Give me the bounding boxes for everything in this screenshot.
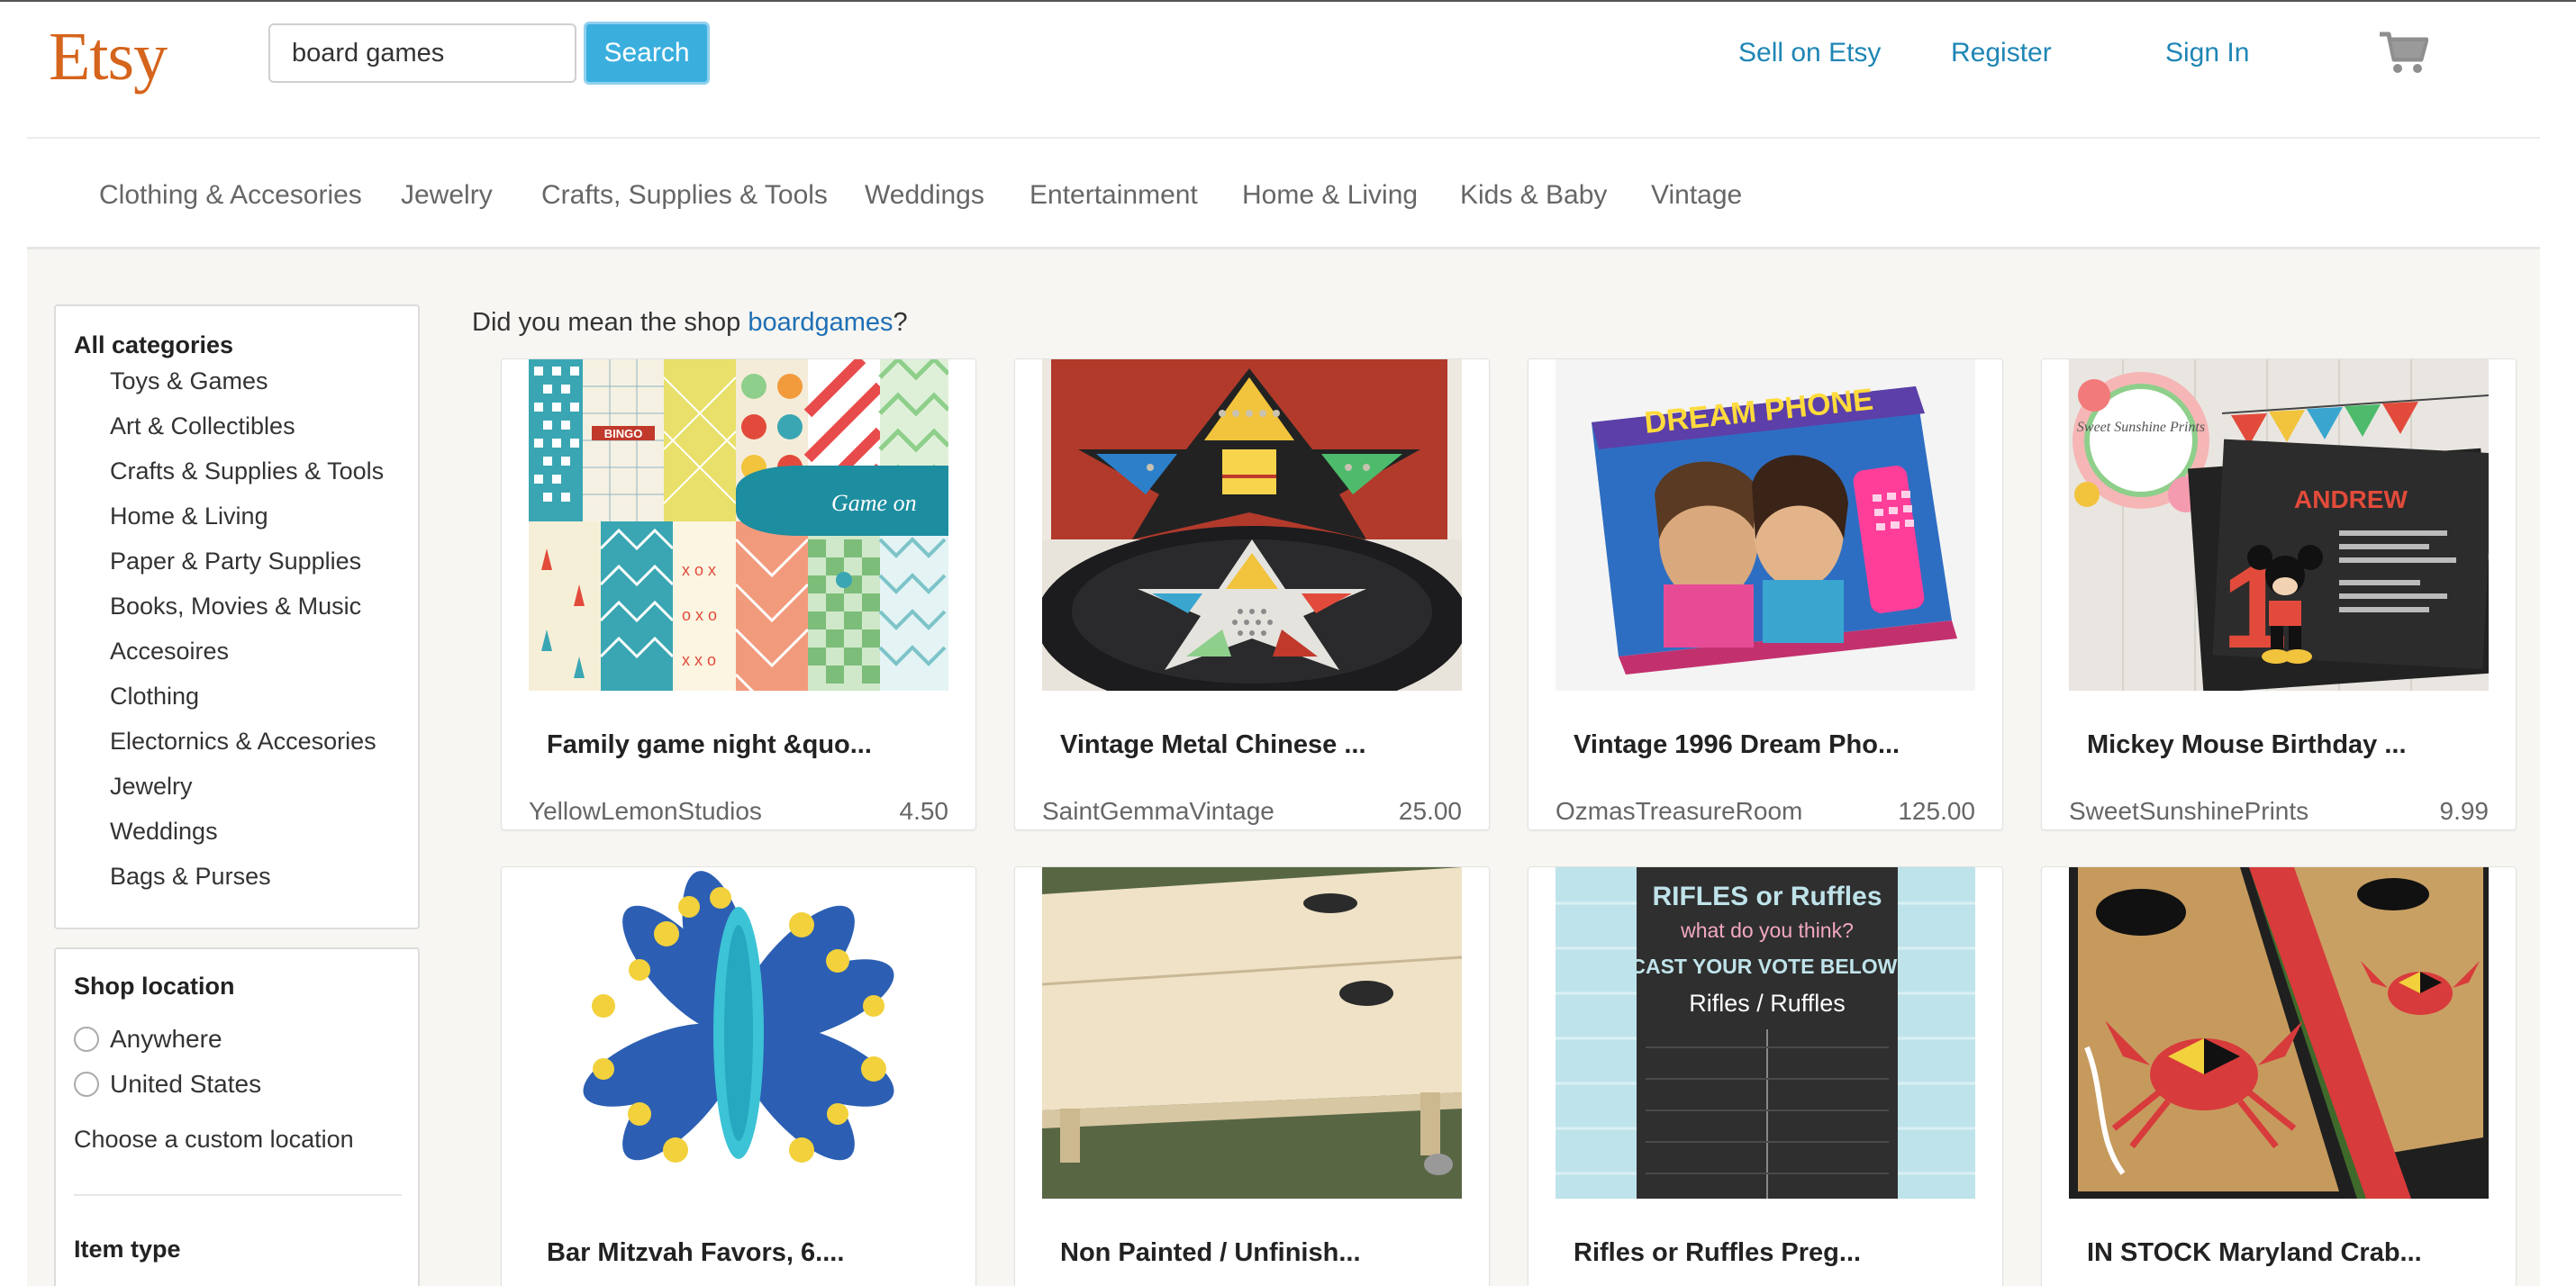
game-on-text: Game on (831, 490, 917, 516)
listing-card[interactable]: Non Painted / Unfinish... (1014, 866, 1490, 1286)
sign-in-link[interactable]: Sign In (2165, 38, 2249, 68)
category-filter-panel: All categories Toys & Games Art & Collec… (54, 304, 420, 929)
listing-price: 4.50 (899, 797, 949, 825)
listing-card[interactable]: Sweet Sunshine Prints ANDREW 1 Mickey Mo… (2041, 358, 2517, 830)
listing-image-game-papers[interactable]: BINGO x o x o x o x x o Game on (529, 359, 948, 691)
location-radio-anywhere[interactable] (74, 1027, 99, 1052)
sidebar-item-books-movies-music[interactable]: Books, Movies & Music (110, 593, 361, 620)
listing-title[interactable]: Rifles or Ruffles Preg... (1574, 1238, 1861, 1268)
listing-shop[interactable]: OzmasTreasureRoom (1556, 797, 1802, 826)
sidebar-item-home-living[interactable]: Home & Living (110, 503, 268, 530)
listing-card[interactable]: Bar Mitzvah Favors, 6.... (501, 866, 976, 1286)
sidebar-divider (74, 1194, 402, 1196)
register-link[interactable]: Register (1951, 38, 2052, 68)
listing-price: 9.99 (2439, 797, 2490, 825)
sell-on-etsy-link[interactable]: Sell on Etsy (1738, 38, 1881, 68)
rifles-headline: RIFLES or Ruffles (1652, 882, 1882, 911)
did-you-mean: Did you mean the shop boardgames? (472, 308, 908, 338)
listing-image-chinese-checkers[interactable] (1042, 359, 1462, 691)
sidebar-item-weddings[interactable]: Weddings (110, 818, 218, 846)
did-you-mean-text: Did you mean the shop (472, 308, 748, 337)
listing-price: 125.00 (1898, 797, 1975, 825)
all-categories-heading[interactable]: All categories (74, 331, 233, 359)
listing-title[interactable]: IN STOCK Maryland Crab... (2087, 1238, 2422, 1268)
sidebar-item-toys-games[interactable]: Toys & Games (110, 367, 268, 395)
nav-home-living[interactable]: Home & Living (1242, 180, 1418, 211)
listing-image-dream-phone[interactable]: DREAM PHONE (1556, 359, 1975, 691)
listing-shop[interactable]: SweetSunshinePrints (2069, 797, 2308, 826)
listing-price: 25.00 (1398, 797, 1462, 825)
nav-clothing-accesories[interactable]: Clothing & Accesories (99, 180, 362, 211)
nav-entertainment[interactable]: Entertainment (1029, 180, 1198, 211)
sidebar-item-bags-purses[interactable]: Bags & Purses (110, 863, 271, 891)
category-nav: Clothing & Accesories Jewelry Crafts, Su… (27, 139, 2540, 249)
etsy-logo[interactable]: Etsy (49, 18, 168, 96)
listing-card[interactable]: RIFLES or Ruffles what do you think? CAS… (1528, 866, 2003, 1286)
svg-text:x o x: x o x (682, 561, 716, 579)
listing-title[interactable]: Bar Mitzvah Favors, 6.... (547, 1238, 844, 1268)
shop-location-panel: Shop location Anywhere United States Cho… (54, 947, 420, 1286)
cart-icon[interactable] (2378, 29, 2428, 76)
custom-location-link[interactable]: Choose a custom location (74, 1126, 354, 1154)
listing-shop[interactable]: YellowLemonStudios (529, 797, 762, 826)
listing-image-cornhole-unfinished[interactable] (1042, 867, 1462, 1199)
listing-title[interactable]: Family game night &quo... (547, 730, 872, 760)
listing-shop[interactable]: SaintGemmaVintage (1042, 797, 1274, 826)
listing-image-maryland-cornhole[interactable] (2069, 867, 2489, 1199)
listing-image-surfboard-favors[interactable] (529, 867, 948, 1199)
nav-weddings[interactable]: Weddings (865, 180, 984, 211)
location-radio-united-states[interactable] (74, 1072, 99, 1097)
svg-text:x x o: x x o (682, 651, 716, 669)
listing-title[interactable]: Mickey Mouse Birthday ... (2087, 730, 2407, 760)
nav-kids-baby[interactable]: Kids & Baby (1460, 180, 1607, 211)
listing-card[interactable]: Vintage Metal Chinese ... SaintGemmaVint… (1014, 358, 1490, 830)
listing-image-mickey-invitation[interactable]: Sweet Sunshine Prints ANDREW 1 (2069, 359, 2489, 691)
sweet-sunshine-logo: Sweet Sunshine Prints (2077, 420, 2205, 435)
listing-card[interactable]: BINGO x o x o x o x x o Game on Family gam… (501, 358, 976, 830)
shop-location-heading: Shop location (74, 973, 235, 1000)
sidebar-item-jewelry[interactable]: Jewelry (110, 773, 193, 801)
listing-title[interactable]: Vintage 1996 Dream Pho... (1574, 730, 1900, 760)
did-you-mean-suffix: ? (893, 308, 908, 337)
nav-vintage[interactable]: Vintage (1651, 180, 1742, 211)
sidebar-item-accesoires[interactable]: Accesoires (110, 638, 229, 666)
rifles-options: Rifles / Ruffles (1689, 990, 1846, 1017)
sidebar-item-art-collectibles[interactable]: Art & Collectibles (110, 412, 295, 440)
rifles-cast-vote: CAST YOUR VOTE BELOW: (1630, 955, 1903, 978)
sidebar-item-electronics-accesories[interactable]: Electornics & Accesories (110, 728, 376, 756)
location-label-united-states[interactable]: United States (110, 1070, 261, 1099)
sidebar-item-clothing[interactable]: Clothing (110, 683, 199, 711)
page: Etsy Search Sell on Etsy Register Sign I… (0, 0, 2576, 1286)
location-label-anywhere[interactable]: Anywhere (110, 1025, 222, 1054)
listing-card[interactable]: IN STOCK Maryland Crab... (2041, 866, 2517, 1286)
listing-title[interactable]: Vintage Metal Chinese ... (1060, 730, 1366, 760)
listing-card[interactable]: DREAM PHONE Vintage 1996 Dream Pho... Oz… (1528, 358, 2003, 830)
rifles-question: what do you think? (1680, 919, 1854, 942)
andrew-text: ANDREW (2294, 485, 2408, 513)
listing-image-rifles-ruffles[interactable]: RIFLES or Ruffles what do you think? CAS… (1556, 867, 1975, 1199)
bingo-text: BINGO (604, 427, 643, 440)
did-you-mean-shop-link[interactable]: boardgames (748, 308, 893, 337)
nav-jewelry[interactable]: Jewelry (401, 180, 493, 211)
search-button[interactable]: Search (584, 22, 710, 85)
search-input[interactable] (268, 23, 576, 83)
listing-title[interactable]: Non Painted / Unfinish... (1060, 1238, 1361, 1268)
nav-crafts-supplies-tools[interactable]: Crafts, Supplies & Tools (541, 180, 828, 211)
sidebar-item-crafts-supplies-tools[interactable]: Crafts & Supplies & Tools (110, 457, 384, 485)
sidebar-item-paper-party-supplies[interactable]: Paper & Party Supplies (110, 548, 361, 575)
item-type-heading: Item type (74, 1236, 181, 1263)
svg-text:o x o: o x o (682, 606, 717, 624)
